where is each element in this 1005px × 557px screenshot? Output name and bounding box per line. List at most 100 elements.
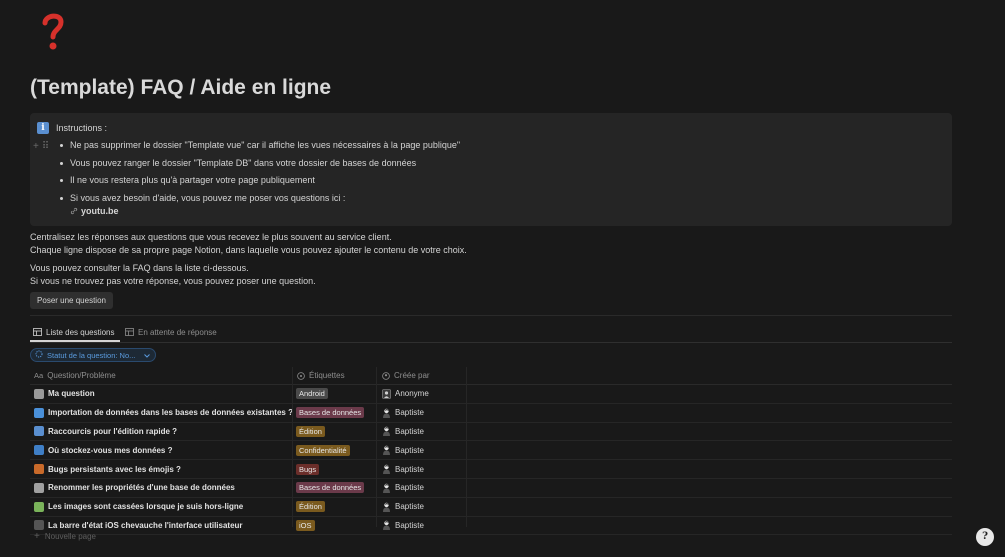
table-row[interactable]: Où stockez-vous mes données ? Confidentia… [30, 441, 952, 461]
creator-name: Baptiste [395, 502, 424, 512]
creator-name: Baptiste [395, 464, 424, 474]
table-row[interactable]: Importation de données dans les bases de… [30, 404, 952, 423]
question-title[interactable]: Renommer les propriétés d'une base de do… [48, 483, 235, 492]
page-title[interactable]: (Template) FAQ / Aide en ligne [30, 76, 331, 100]
table-row[interactable]: La barre d'état iOS chevauche l'interfac… [30, 517, 952, 536]
status-filter-chip[interactable]: Statut de la question: No... [30, 348, 156, 362]
table-row[interactable]: Ma question Android Anonyme [30, 385, 952, 404]
table-header: Aa Question/Problème Étiquettes Créée pa… [30, 367, 952, 385]
question-cell[interactable]: Ma question [34, 385, 95, 403]
tag-cell[interactable]: Édition [296, 423, 325, 441]
question-cell[interactable]: Où stockez-vous mes données ? [34, 441, 172, 459]
tag-cell[interactable]: Bugs [296, 460, 320, 478]
list-item: Ne pas supprimer le dossier "Template vu… [60, 140, 460, 158]
add-block-icon[interactable]: + [33, 141, 39, 152]
tag-cell[interactable]: Bases de données [296, 404, 365, 422]
table-icon [125, 328, 134, 336]
globe-icon [34, 445, 44, 456]
filter-label: Statut de la question: No... [47, 350, 136, 360]
person-circle-icon [382, 371, 390, 380]
red-question-mark-icon[interactable] [40, 12, 66, 52]
tab-label: En attente de réponse [138, 327, 217, 337]
help-button[interactable]: ? [976, 528, 994, 546]
instructions-callout: i Instructions : + ⠿ Ne pas supprimer le… [30, 113, 952, 226]
person-avatar [382, 408, 391, 418]
person-avatar [382, 520, 391, 531]
tag-cell[interactable]: Bases de données [296, 479, 365, 497]
tag-circle-icon [297, 371, 305, 380]
question-title[interactable]: La barre d'état iOS chevauche l'interfac… [48, 521, 243, 530]
creator-cell[interactable]: Baptiste [382, 517, 424, 535]
question-title[interactable]: Ma question [48, 389, 95, 398]
question-cell[interactable]: Les images sont cassées lorsque je suis … [34, 498, 243, 516]
tab-question-list[interactable]: Liste des questions [33, 324, 115, 340]
tabs-divider [30, 342, 952, 343]
table-icon [33, 328, 42, 336]
gear-icon [34, 482, 44, 493]
question-title[interactable]: Bugs persistants avec les émojis ? [48, 465, 181, 474]
questions-table: Aa Question/Problème Étiquettes Créée pa… [30, 367, 952, 536]
question-cell[interactable]: Importation de données dans les bases de… [34, 404, 293, 422]
table-row[interactable]: Bugs persistants avec les émojis ? Bugs Ba… [30, 460, 952, 479]
person-avatar [382, 445, 391, 456]
person-avatar [382, 426, 391, 437]
creator-cell[interactable]: Baptiste [382, 498, 424, 516]
column-divider [466, 367, 467, 527]
status-spinner-icon [35, 350, 43, 360]
table-row[interactable]: Les images sont cassées lorsque je suis … [30, 498, 952, 517]
intro-text-2: Vous pouvez consulter la FAQ dans la lis… [30, 263, 316, 286]
creator-name: Anonyme [395, 389, 429, 399]
column-divider [292, 367, 293, 527]
creator-cell[interactable]: Baptiste [382, 404, 424, 422]
picture-icon [34, 501, 44, 512]
link-text[interactable]: youtu.be [81, 206, 119, 216]
creator-cell[interactable]: Baptiste [382, 479, 424, 497]
tag-cell[interactable]: Android [296, 385, 328, 403]
tab-label: Liste des questions [46, 327, 115, 337]
tag-badge: Bugs [296, 463, 320, 475]
page-icon [34, 388, 44, 399]
tab-awaiting-answer[interactable]: En attente de réponse [125, 324, 217, 340]
block-handles[interactable]: + ⠿ [33, 141, 49, 152]
mobile-phone-icon [34, 520, 44, 531]
chevron-down-icon [144, 351, 150, 360]
creator-name: Baptiste [395, 408, 424, 418]
tag-cell[interactable]: Confidentialité [296, 441, 350, 459]
callout-heading-text: Instructions : [56, 123, 108, 133]
intro-text-1: Centralisez les réponses aux questions q… [30, 232, 467, 255]
question-title[interactable]: Importation de données dans les bases de… [48, 408, 293, 417]
creator-cell[interactable]: Anonyme [382, 385, 429, 403]
drag-handle-icon[interactable]: ⠿ [42, 141, 49, 152]
list-item: Il ne vous restera plus qu'à partager vo… [60, 175, 460, 193]
question-cell[interactable]: Bugs persistants avec les émojis ? [34, 460, 181, 478]
question-cell[interactable]: Raccourcis pour l'édition rapide ? [34, 423, 177, 441]
question-title[interactable]: Raccourcis pour l'édition rapide ? [48, 427, 177, 436]
youtube-link[interactable]: youtu.be [70, 206, 119, 216]
column-header-created-by[interactable]: Créée par [382, 367, 430, 384]
person-avatar [382, 483, 391, 493]
question-title[interactable]: Où stockez-vous mes données ? [48, 446, 172, 455]
text-property-icon: Aa [34, 371, 44, 380]
keyboard-key-icon [34, 426, 44, 437]
tag-cell[interactable]: Édition [296, 498, 325, 516]
list-item: Si vous avez besoin d'aide, vous pouvez … [60, 193, 460, 211]
table-row[interactable]: Renommer les propriétés d'une base de do… [30, 479, 952, 498]
creator-cell[interactable]: Baptiste [382, 441, 424, 459]
creator-name: Baptiste [395, 520, 424, 530]
creator-cell[interactable]: Baptiste [382, 423, 424, 441]
plus-icon: + [34, 531, 40, 542]
creator-name: Baptiste [395, 445, 424, 455]
question-cell[interactable]: Renommer les propriétés d'une base de do… [34, 479, 235, 497]
question-title[interactable]: Les images sont cassées lorsque je suis … [48, 502, 243, 511]
ask-question-button[interactable]: Poser une question [30, 292, 113, 309]
column-header-question[interactable]: Aa Question/Problème [34, 367, 116, 384]
divider [30, 315, 952, 316]
table-row[interactable]: Raccourcis pour l'édition rapide ? Éditio… [30, 423, 952, 442]
tag-cell[interactable]: iOS [296, 517, 315, 535]
creator-cell[interactable]: Baptiste [382, 460, 424, 478]
info-icon[interactable]: i [37, 122, 49, 134]
creator-name: Baptiste [395, 483, 424, 493]
tag-badge: Android [296, 388, 328, 400]
new-page-button[interactable]: + Nouvelle page [34, 531, 96, 542]
column-header-tags[interactable]: Étiquettes [297, 367, 345, 384]
